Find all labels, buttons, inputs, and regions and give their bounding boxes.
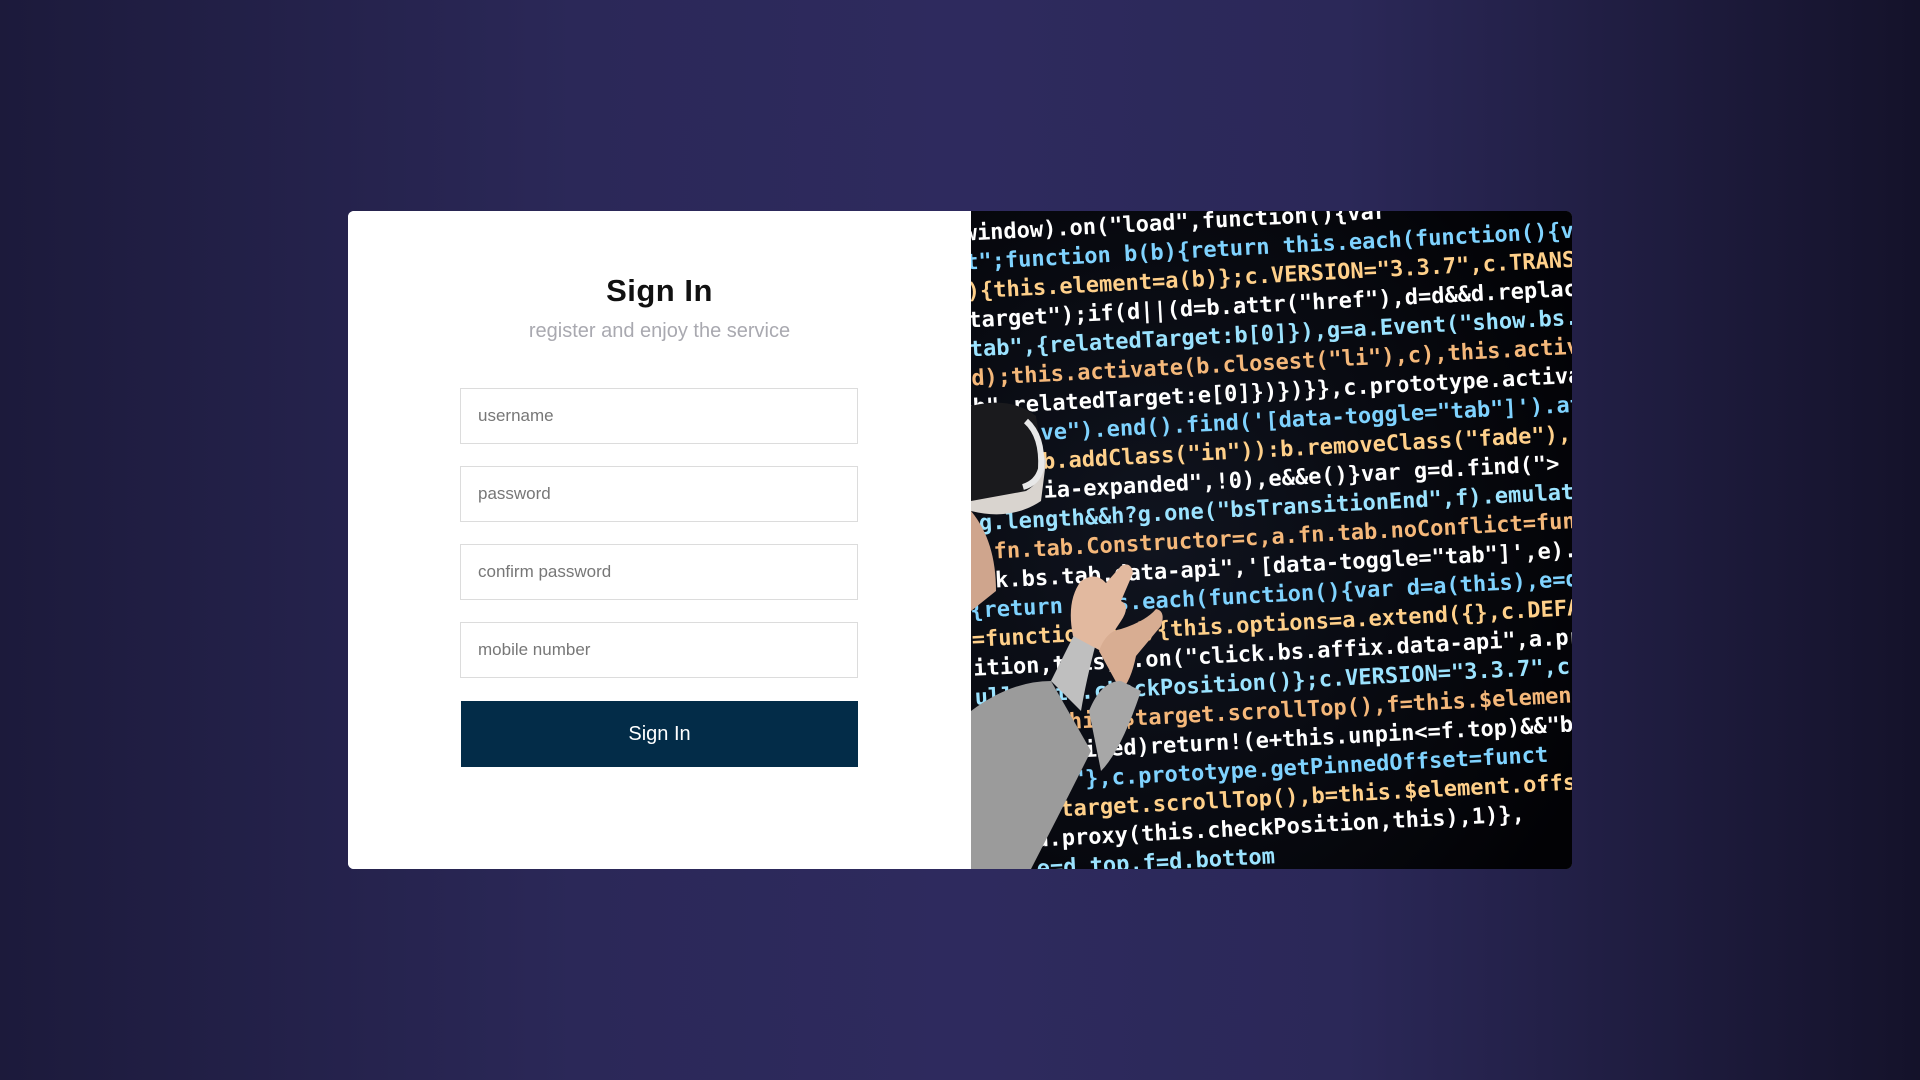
hero-image: (window).on("load",function(){var ct";fun… [971, 211, 1572, 869]
code-vr-illustration: (window).on("load",function(){varct";fun… [971, 211, 1572, 869]
sign-in-button[interactable]: Sign In [461, 701, 858, 767]
password-input[interactable] [460, 466, 858, 522]
page-title: Sign In [606, 273, 713, 308]
mobile-number-input[interactable] [460, 622, 858, 678]
page-subtitle: register and enjoy the service [528, 320, 791, 342]
confirm-password-input[interactable] [460, 544, 858, 600]
sign-in-card: Sign In register and enjoy the service S… [348, 211, 1572, 869]
sign-in-form-panel: Sign In register and enjoy the service S… [348, 211, 971, 869]
username-input[interactable] [460, 388, 858, 444]
